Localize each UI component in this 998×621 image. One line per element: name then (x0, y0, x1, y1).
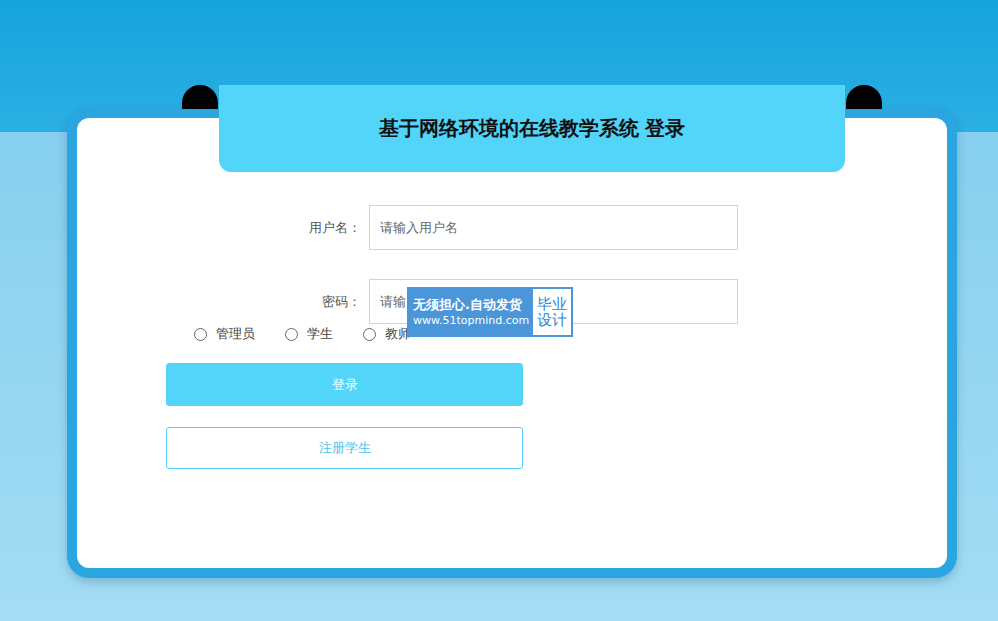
role-radio[interactable]: 教师 (363, 325, 411, 343)
login-button[interactable]: 登录 (166, 363, 523, 406)
title-banner: 基于网络环境的在线教学系统 登录 (219, 85, 845, 172)
role-radio[interactable]: 管理员 (194, 325, 255, 343)
login-page: 基于网络环境的在线教学系统 登录用户名： 密码： 无须担心.自动发货www.51to… (0, 0, 998, 621)
login-form: 用户名： 密码： 无须担心.自动发货www.51topmind.com毕业设计 (281, 205, 947, 324)
field-label: 密码： (281, 293, 361, 311)
radio-circle-icon[interactable] (285, 328, 298, 341)
role-radio[interactable]: 学生 (285, 325, 333, 343)
field-wrap: 无须担心.自动发货www.51topmind.com毕业设计 (369, 279, 738, 324)
page-title: 基于网络环境的在线教学系统 登录 (379, 115, 686, 142)
watermark-main: 无须担心.自动发货www.51topmind.com (409, 289, 533, 335)
watermark: 无须担心.自动发货www.51topmind.com毕业设计 (407, 287, 573, 337)
watermark-badge: 毕业设计 (533, 289, 571, 335)
radio-circle-icon[interactable] (363, 328, 376, 341)
register-button[interactable]: 注册学生 (166, 427, 523, 469)
field-label: 用户名： (281, 219, 361, 237)
form-row: 密码： 无须担心.自动发货www.51topmind.com毕业设计 (281, 279, 947, 324)
form-row: 用户名： (281, 205, 947, 250)
watermark-text: 无须担心.自动发货 (413, 297, 529, 313)
login-card: 基于网络环境的在线教学系统 登录用户名： 密码： 无须担心.自动发货www.51to… (67, 108, 957, 578)
field-wrap (369, 205, 738, 250)
radio-circle-icon[interactable] (194, 328, 207, 341)
watermark-url: www.51topmind.com (413, 314, 529, 328)
text-input[interactable] (369, 205, 738, 250)
